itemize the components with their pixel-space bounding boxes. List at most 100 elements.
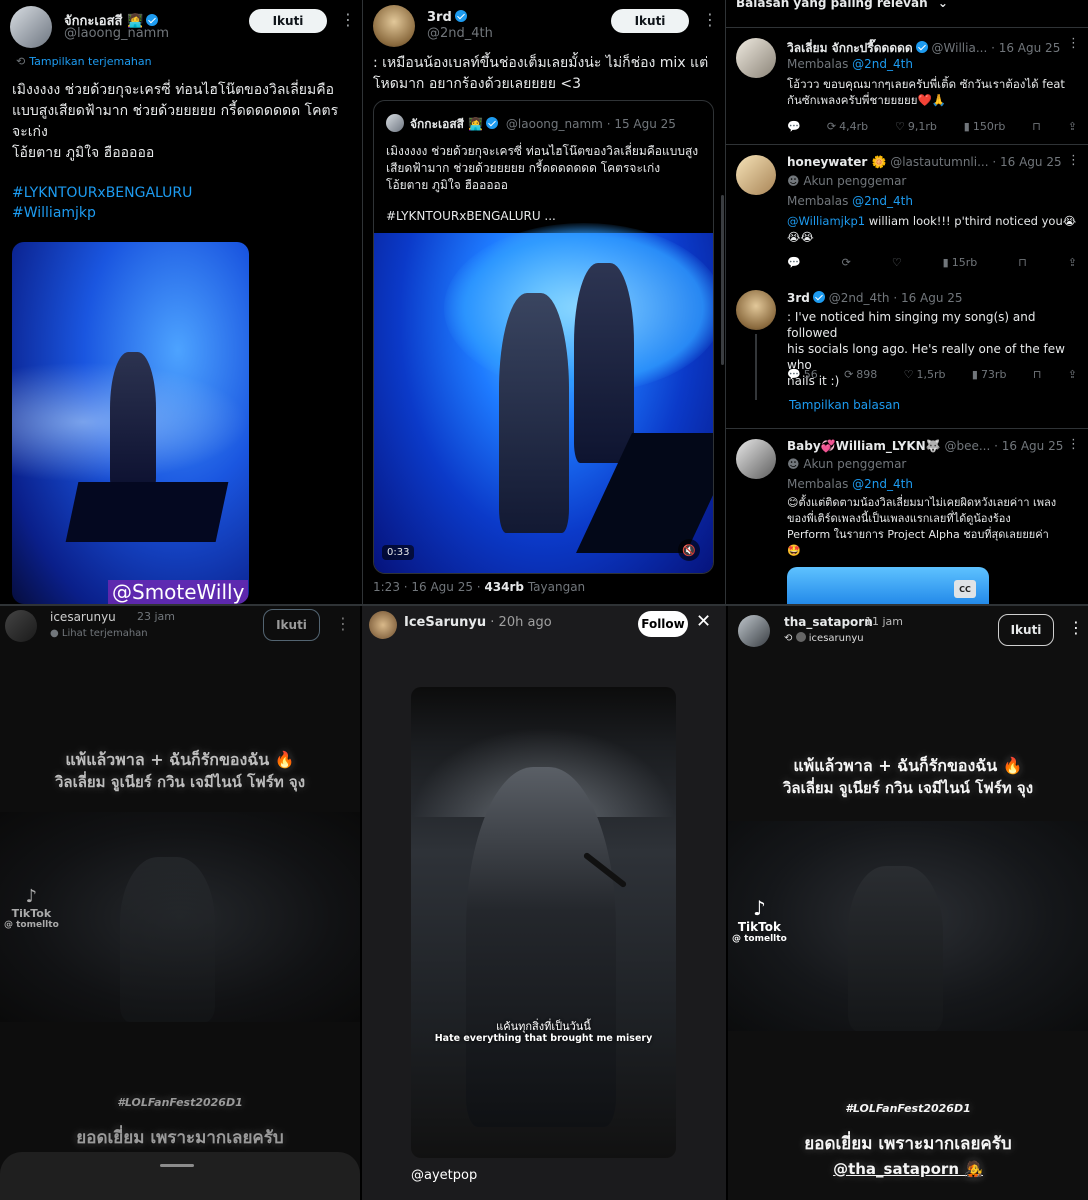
avatar[interactable] <box>736 155 776 195</box>
avatar[interactable] <box>736 439 776 479</box>
bookmark-icon[interactable]: ⊓ <box>1018 256 1027 269</box>
follow-button[interactable]: Ikuti <box>263 609 320 641</box>
reply-to-link[interactable]: @2nd_4th <box>852 477 913 491</box>
handle[interactable]: @laoong_namm <box>64 26 169 41</box>
story-username[interactable]: icesarunyu <box>50 610 116 624</box>
reply-media-image[interactable]: CC <box>787 567 989 604</box>
reply-header: Baby💞William_LYKN🐺 @bee... · 16 Agu 25 <box>787 439 1087 453</box>
follow-button[interactable]: Follow <box>638 611 688 637</box>
tiktok-watermark: ♪ TikTok @ tomellto <box>4 886 59 930</box>
reply-to-link[interactable]: @2nd_4th <box>852 194 913 208</box>
reply-name[interactable]: Baby💞William_LYKN🐺 <box>787 439 941 453</box>
story-mention[interactable]: @tha_sataporn 🧑‍🎤 <box>728 1160 1088 1178</box>
tweet-media-image[interactable]: @SmoteWilly <box>12 242 249 604</box>
more-options-icon[interactable]: ⋮ <box>1067 153 1080 168</box>
close-icon[interactable]: ✕ <box>696 611 711 632</box>
views-button[interactable]: ▮ 73rb <box>972 368 1007 381</box>
avatar[interactable] <box>10 6 52 48</box>
reply-button[interactable]: 💬 56 <box>787 368 818 381</box>
show-replies-link[interactable]: Tampilkan balasan <box>789 398 900 412</box>
views-button[interactable]: ▮ 150rb <box>964 120 1006 133</box>
more-options-icon[interactable]: ⋮ <box>335 614 351 633</box>
quote-tweet[interactable]: จักกะเอสสี 👩‍💻 @laoong_namm · 15 Agu 25 … <box>373 100 714 574</box>
views-count: 73rb <box>980 368 1007 381</box>
like-button[interactable]: ♡ 1,5rb <box>904 368 946 381</box>
story-video[interactable]: แพ้แล้วพาล + ฉันก็รักของฉัน 🔥 วิลเลี่ยม … <box>0 666 360 1200</box>
display-name[interactable]: 3rd <box>427 10 467 25</box>
verified-icon <box>146 14 159 26</box>
views-icon: ▮ <box>971 368 978 381</box>
like-button[interactable]: ♡ 9,1rb <box>895 120 937 133</box>
avatar[interactable] <box>738 615 770 647</box>
drag-handle[interactable] <box>160 1164 194 1167</box>
bookmark-icon[interactable]: ⊓ <box>1032 120 1041 133</box>
avatar[interactable] <box>736 290 776 330</box>
follow-button[interactable]: Ikuti <box>611 9 689 33</box>
more-options-icon[interactable]: ⋮ <box>1067 437 1080 452</box>
reply-name[interactable]: honeywater 🌼 <box>787 155 886 169</box>
mute-icon[interactable]: 🔇 <box>678 539 700 561</box>
bottom-sheet[interactable] <box>0 1152 360 1200</box>
follow-button[interactable]: Ikuti <box>998 614 1054 646</box>
avatar[interactable] <box>736 38 776 78</box>
sort-dropdown[interactable]: Balasan yang paling relevan ⌄ <box>736 0 948 10</box>
reply-handle[interactable]: @bee... <box>944 439 990 453</box>
repost-info: ⟲ icesarunyu <box>784 632 864 644</box>
reply-name[interactable]: 3rd <box>787 291 810 305</box>
tweet-line: จะเก่ง <box>12 124 48 140</box>
handle[interactable]: @2nd_4th <box>427 26 493 41</box>
bookmark-icon[interactable]: ⊓ <box>1033 368 1042 381</box>
hashtag-link[interactable]: #Williamjkp <box>12 205 96 221</box>
tiktok-icon: ♪ <box>25 886 38 907</box>
reply-button[interactable]: 💬 <box>787 120 801 133</box>
scrollbar[interactable] <box>721 195 724 365</box>
share-icon[interactable]: ⇪ <box>1068 120 1077 133</box>
avatar[interactable] <box>369 611 397 639</box>
video-player[interactable]: 0:33 🔇 <box>374 223 713 573</box>
views-button[interactable]: ▮ 15rb <box>943 256 978 269</box>
more-options-icon[interactable]: ⋮ <box>1067 36 1080 51</box>
retweet-button[interactable]: ⟳ 898 <box>844 368 877 381</box>
reply-handle[interactable]: @lastautumnli... <box>890 155 988 169</box>
more-options-icon[interactable]: ⋮ <box>1068 618 1084 637</box>
story-video[interactable]: แพ้แล้วพาล + ฉันก็รักของฉัน 🔥 วิลเลี่ยม … <box>728 666 1088 1200</box>
reply-button[interactable]: 💬 <box>787 256 801 269</box>
more-options-icon[interactable]: ⋮ <box>702 10 718 29</box>
verified-icon <box>915 41 928 53</box>
reply-date: · 16 Agu 25 <box>994 439 1064 453</box>
cc-icon[interactable]: CC <box>954 580 976 598</box>
retweet-button[interactable]: ⟳ <box>842 256 851 269</box>
reply-item[interactable]: 3rd @2nd_4th · 16 Agu 25 : I've noticed … <box>726 280 1088 420</box>
tiktok-label: TikTok <box>11 907 52 920</box>
story-video[interactable]: แค้นทุกสิ่งที่เป็นวันนี้ Hate everything… <box>411 687 676 1158</box>
avatar[interactable] <box>373 5 415 47</box>
heart-icon: ♡ <box>891 256 902 269</box>
translate-link[interactable]: ● Lihat terjemahan <box>50 628 148 639</box>
share-icon[interactable]: ⇪ <box>1068 256 1077 269</box>
share-icon[interactable]: ⇪ <box>1068 368 1077 381</box>
reply-handle[interactable]: @2nd_4th <box>829 291 890 305</box>
quote-handle: @laoong_namm <box>505 117 603 131</box>
mention-link[interactable]: @Williamjkp1 <box>787 214 865 228</box>
story-time: 11 jam <box>865 615 904 628</box>
like-button[interactable]: ♡ <box>892 256 902 269</box>
tiktok-icon: ♪ <box>753 896 766 920</box>
story-username[interactable]: tha_sataporn <box>784 615 873 629</box>
story-mention[interactable]: @ayetpop <box>411 1168 477 1183</box>
hashtag-link[interactable]: #LYKNTOURxBENGALURU <box>12 185 192 201</box>
story-username[interactable]: IceSarunyu <box>404 615 486 630</box>
avatar[interactable] <box>5 610 37 642</box>
reply-item[interactable]: honeywater 🌼 @lastautumnli... · 16 Agu 2… <box>726 145 1088 277</box>
translate-link[interactable]: ⟲ Tampilkan terjemahan <box>16 55 152 68</box>
reply-to-link[interactable]: @2nd_4th <box>852 57 913 71</box>
reply-item[interactable]: วิลเลี่ยม จักกะปรี๊ดดดดด @Willia... · 16… <box>726 28 1088 144</box>
views-icon: ▮ <box>942 256 949 269</box>
retweet-button[interactable]: ⟳ 4,4rb <box>827 120 868 133</box>
more-options-icon[interactable]: ⋮ <box>340 10 356 29</box>
reply-handle[interactable]: @Willia... <box>932 41 988 55</box>
reply-header: วิลเลี่ยม จักกะปรี๊ดดดดด @Willia... · 16… <box>787 39 1087 58</box>
reply-name[interactable]: วิลเลี่ยม จักกะปรี๊ดดดดด <box>787 41 913 55</box>
follow-button[interactable]: Ikuti <box>249 9 327 33</box>
repost-user[interactable]: icesarunyu <box>809 633 864 644</box>
reply-item[interactable]: Baby💞William_LYKN🐺 @bee... · 16 Agu 25 ⋮… <box>726 429 1088 604</box>
